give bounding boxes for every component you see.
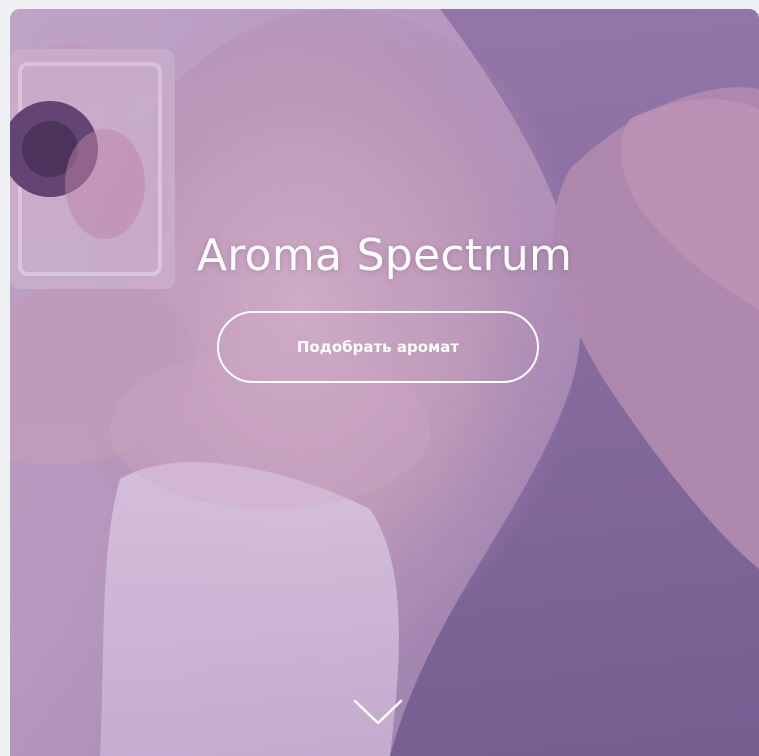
hero-section: Aroma Spectrum Подобрать аромат xyxy=(10,9,759,756)
chevron-down-icon[interactable] xyxy=(352,697,404,727)
find-fragrance-button[interactable]: Подобрать аромат xyxy=(217,311,539,383)
hero-title: Aroma Spectrum xyxy=(196,230,573,282)
